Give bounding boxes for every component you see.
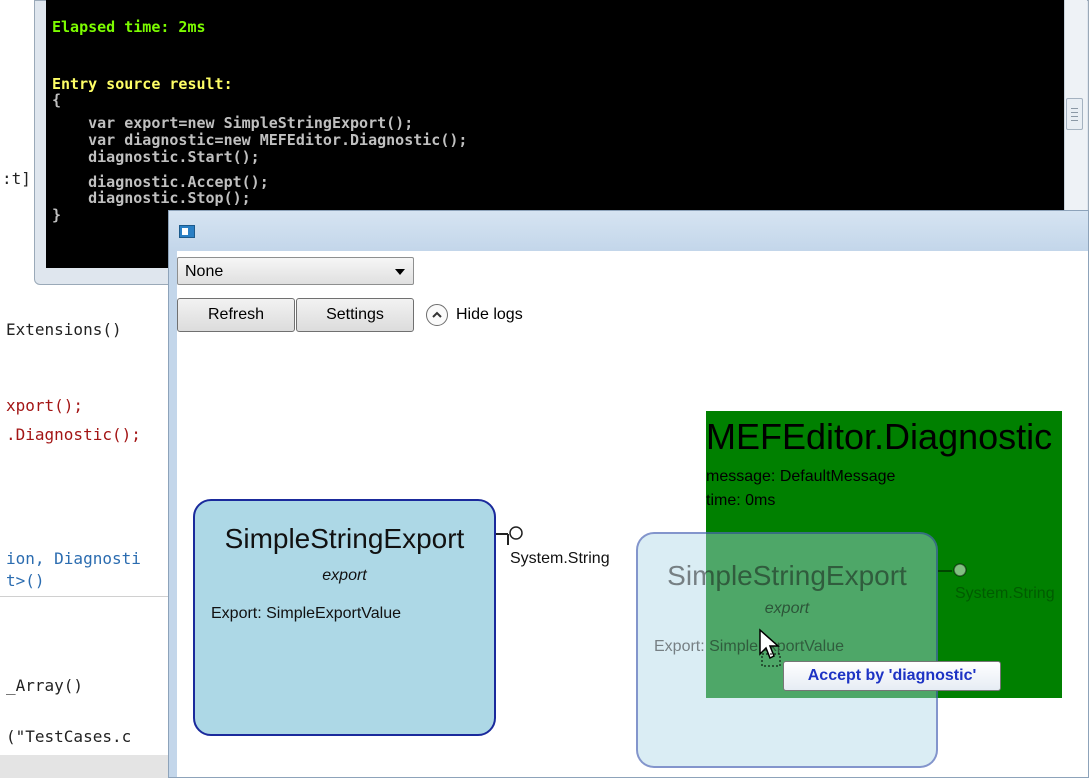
- console-line: }: [52, 206, 62, 224]
- grip-icon: [1071, 112, 1078, 113]
- port-label: System.String: [510, 550, 610, 567]
- code-line: :t]: [2, 169, 31, 188]
- export-port-icon: [509, 526, 523, 540]
- grip-icon: [1071, 108, 1078, 109]
- app-icon: [179, 225, 195, 238]
- code-line: xport();: [6, 396, 84, 415]
- code-line: ("TestCases.c: [6, 727, 132, 746]
- settings-button[interactable]: Settings: [296, 298, 414, 332]
- scrollbar-thumb[interactable]: [1066, 98, 1083, 130]
- dragged-component-kind: export: [764, 600, 810, 617]
- export-port-icon: [953, 563, 967, 577]
- console-line: var diagnostic=new MEFEditor.Diagnostic(…: [52, 131, 468, 149]
- code-line: ion, Diagnosti: [6, 549, 141, 568]
- dragged-component-title: SimpleStringExport: [667, 560, 907, 591]
- code-line: .Diagnostic();: [6, 425, 141, 444]
- chevron-up-icon: [432, 311, 442, 318]
- dragged-port-label: System.String: [955, 585, 1055, 602]
- console-line: var export=new SimpleStringExport();: [52, 114, 414, 132]
- window-frame: [169, 251, 177, 777]
- code-line: t>(): [6, 571, 45, 590]
- result-heading: Entry source result:: [52, 75, 233, 93]
- dragged-component-export: Export: SimpleExportValue: [654, 638, 845, 655]
- export-connector: [496, 526, 523, 545]
- dragged-component-node[interactable]: SimpleStringExport export Export: Simple…: [636, 532, 938, 768]
- diagnostic-time: time: 0ms: [706, 492, 776, 509]
- console-line: diagnostic.Start();: [52, 148, 260, 166]
- component-kind: export: [322, 567, 367, 584]
- divider: [0, 596, 175, 597]
- grip-icon: [1071, 116, 1078, 117]
- editor-status-strip: [0, 755, 175, 778]
- dragged-export-connector: [938, 563, 967, 577]
- select-value: None: [185, 263, 224, 280]
- component-title: SimpleStringExport: [224, 523, 465, 554]
- component-node[interactable]: SimpleStringExport export Export: Simple…: [193, 499, 496, 736]
- drop-tooltip: Accept by 'diagnostic': [783, 661, 1001, 691]
- grip-icon: [1071, 120, 1078, 121]
- diagnostic-title: MEFEditor.Diagnostic: [706, 416, 1053, 457]
- elapsed-time: Elapsed time: 2ms: [52, 18, 206, 36]
- code-line: _Array(): [6, 676, 84, 695]
- window-titlebar[interactable]: [169, 211, 1088, 251]
- refresh-button[interactable]: Refresh: [177, 298, 295, 332]
- component-export: Export: SimpleExportValue: [211, 605, 402, 622]
- collapse-toggle[interactable]: [426, 304, 448, 326]
- hide-logs-label[interactable]: Hide logs: [456, 306, 523, 324]
- console-line: {: [52, 91, 62, 109]
- code-line: Extensions(): [6, 320, 122, 339]
- console-line: diagnostic.Stop();: [52, 189, 251, 207]
- chevron-down-icon: [395, 269, 405, 275]
- drag-cursor-icon: [759, 628, 781, 667]
- component-select[interactable]: None: [177, 257, 414, 285]
- diagnostic-message: message: DefaultMessage: [706, 468, 896, 485]
